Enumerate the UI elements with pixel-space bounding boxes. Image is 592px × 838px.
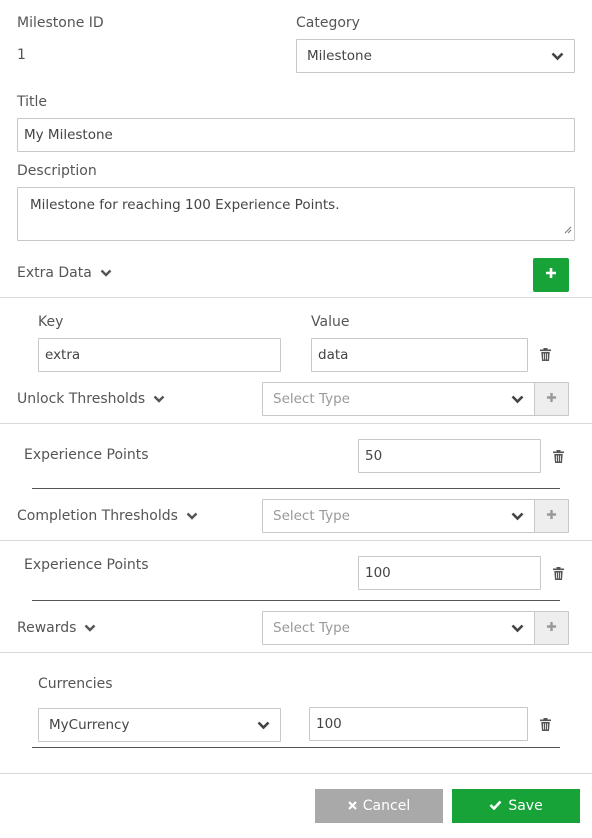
- currency-select-value: MyCurrency: [49, 717, 130, 733]
- chevron-down-icon: [510, 394, 524, 404]
- completion-threshold-value-input[interactable]: 100: [358, 556, 541, 590]
- currency-select[interactable]: MyCurrency: [38, 708, 281, 742]
- completion-threshold-type-select[interactable]: Select Type: [262, 499, 569, 533]
- currency-amount-input[interactable]: 100: [309, 707, 528, 741]
- completion-threshold-type-placeholder: Select Type: [273, 508, 350, 524]
- chevron-down-icon: [186, 512, 198, 520]
- resize-handle-icon[interactable]: [564, 222, 572, 238]
- chevron-down-icon: [550, 51, 564, 61]
- footer-divider: [0, 773, 592, 774]
- chevron-down-icon: [256, 720, 270, 730]
- chevron-down-icon: [153, 395, 165, 403]
- completion-threshold-name: Experience Points: [24, 557, 149, 573]
- category-label: Category: [296, 15, 360, 31]
- add-reward-button[interactable]: [534, 612, 568, 644]
- title-label: Title: [17, 94, 48, 110]
- add-completion-threshold-button[interactable]: [534, 500, 568, 532]
- unlock-thresholds-label: Unlock Thresholds: [17, 391, 146, 407]
- add-extra-data-button[interactable]: [533, 258, 569, 292]
- row-divider: [32, 600, 560, 601]
- extra-data-key-input[interactable]: extra: [38, 338, 281, 372]
- close-icon: [348, 798, 357, 814]
- value-column-label: Value: [311, 314, 350, 330]
- section-divider: [0, 540, 592, 541]
- row-divider: [32, 488, 560, 489]
- section-divider: [0, 652, 592, 653]
- chevron-down-icon: [510, 623, 524, 633]
- row-divider: [32, 747, 560, 748]
- key-column-label: Key: [38, 314, 64, 330]
- add-unlock-threshold-button[interactable]: [534, 383, 568, 415]
- chevron-down-icon: [84, 624, 96, 632]
- save-button-label: Save: [508, 798, 543, 814]
- section-divider: [0, 297, 592, 298]
- completion-thresholds-label: Completion Thresholds: [17, 508, 178, 524]
- description-textarea[interactable]: Milestone for reaching 100 Experience Po…: [17, 187, 575, 241]
- unlock-threshold-value-input[interactable]: 50: [358, 439, 541, 473]
- unlock-threshold-type-select[interactable]: Select Type: [262, 382, 569, 416]
- cancel-button[interactable]: Cancel: [315, 789, 443, 823]
- title-input[interactable]: My Milestone: [17, 118, 575, 152]
- rewards-label: Rewards: [17, 620, 77, 636]
- unlock-threshold-type-placeholder: Select Type: [273, 391, 350, 407]
- chevron-down-icon: [510, 511, 524, 521]
- milestone-id-value: 1: [17, 47, 26, 63]
- section-divider: [0, 423, 592, 424]
- extra-data-value-input[interactable]: data: [311, 338, 528, 372]
- trash-icon[interactable]: [552, 566, 564, 580]
- chevron-down-icon: [100, 269, 112, 277]
- description-label: Description: [17, 163, 97, 179]
- plus-icon: [545, 267, 557, 283]
- check-icon: [489, 798, 502, 814]
- completion-thresholds-toggle[interactable]: Completion Thresholds: [17, 508, 198, 524]
- unlock-thresholds-toggle[interactable]: Unlock Thresholds: [17, 391, 165, 407]
- cancel-button-label: Cancel: [362, 798, 411, 814]
- extra-data-toggle[interactable]: Extra Data: [17, 265, 112, 281]
- plus-icon: [546, 391, 557, 407]
- description-text: Milestone for reaching 100 Experience Po…: [30, 197, 340, 213]
- milestone-id-label: Milestone ID: [17, 15, 104, 31]
- reward-type-select[interactable]: Select Type: [262, 611, 569, 645]
- category-select-value: Milestone: [307, 48, 372, 64]
- currencies-label: Currencies: [38, 676, 113, 692]
- extra-data-label: Extra Data: [17, 265, 92, 281]
- plus-icon: [546, 508, 557, 524]
- reward-type-placeholder: Select Type: [273, 620, 350, 636]
- rewards-toggle[interactable]: Rewards: [17, 620, 96, 636]
- trash-icon[interactable]: [552, 449, 564, 463]
- plus-icon: [546, 620, 557, 636]
- trash-icon[interactable]: [539, 347, 551, 361]
- category-select[interactable]: Milestone: [296, 39, 575, 73]
- unlock-threshold-name: Experience Points: [24, 447, 149, 463]
- save-button[interactable]: Save: [452, 789, 580, 823]
- trash-icon[interactable]: [539, 717, 551, 731]
